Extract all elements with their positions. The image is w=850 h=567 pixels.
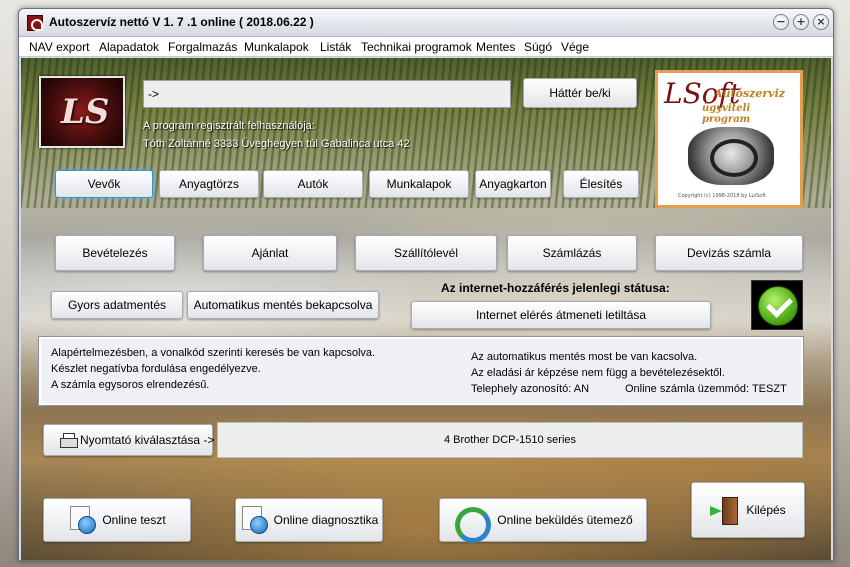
szamlazas-button[interactable]: Számlázás <box>507 235 637 271</box>
minimize-button[interactable]: − <box>773 14 789 30</box>
promo-panel: LSoft Autószerviz ügyviteli program Copy… <box>655 70 803 208</box>
main-area: LS -> Háttér be/ki A program regisztrált… <box>21 58 831 560</box>
menu-sugo[interactable]: Súgó <box>524 40 552 54</box>
check-ok-icon <box>758 286 798 326</box>
close-button[interactable]: × <box>813 14 829 30</box>
menu-alapadatok[interactable]: Alapadatok <box>99 40 159 54</box>
site-id-label: Telephely azonosító: AN <box>471 383 590 395</box>
settings-info-panel: Alapértelmezésben, a vonalkód szerinti k… <box>38 336 804 406</box>
internet-status-title: Az internet-hozzáférés jelenlegi státusa… <box>441 281 670 295</box>
online-diagnostics-button[interactable]: Online diagnosztika <box>235 498 383 542</box>
menu-vege[interactable]: Vége <box>561 40 589 54</box>
app-window: Autoszervíz nettó V 1. 7 .1 online ( 201… <box>18 8 834 561</box>
online-test-label: Online teszt <box>102 513 166 527</box>
registered-user-address: Tóth Zoltánné 3333 Üveghegyen túl Gabali… <box>143 138 410 150</box>
online-send-label: Online beküldés ütemező <box>497 513 633 527</box>
printer-select-label: Nyomtató kiválasztása -> <box>80 433 215 447</box>
app-icon <box>27 15 43 31</box>
selected-printer-field: 4 Brother DCP-1510 series <box>217 422 803 458</box>
promo-copyright: Copyright (c) 1998-2018 by LuiSoft <box>678 193 766 199</box>
logo-glyph: LS <box>61 92 110 132</box>
menu-listak[interactable]: Listák <box>320 40 351 54</box>
maximize-button[interactable]: + <box>793 14 809 30</box>
nav-elesites-button[interactable]: Élesítés <box>563 170 639 198</box>
internet-status-indicator <box>751 280 803 330</box>
company-logo: LS <box>39 76 125 148</box>
info-right-line: Az automatikus mentés most be van kacsol… <box>471 351 698 363</box>
auto-save-toggle-button[interactable]: Automatikus mentés bekapcsolva <box>187 291 379 319</box>
exit-door-icon <box>710 495 740 525</box>
nav-munkalapok-button[interactable]: Munkalapok <box>369 170 469 198</box>
internet-disable-button[interactable]: Internet elérés átmeneti letiltása <box>411 301 711 329</box>
nav-anyagtorzs-button[interactable]: Anyagtörzs <box>159 170 259 198</box>
promo-line1: Autószerviz <box>714 87 786 100</box>
nav-autok-button[interactable]: Autók <box>263 170 363 198</box>
ajanlat-button[interactable]: Ajánlat <box>203 235 337 271</box>
sync-icon <box>453 505 492 543</box>
promo-line2: ügyviteli program <box>702 103 751 125</box>
info-right-line: Az eladási ár képzése nem függ a bevétel… <box>471 367 725 379</box>
info-left-line: Alapértelmezésben, a vonalkód szerinti k… <box>51 347 376 359</box>
online-invoice-mode-label: Online számla üzemmód: TESZT <box>625 383 787 395</box>
online-gear-icon <box>240 506 268 534</box>
window-title: Autoszervíz nettó V 1. 7 .1 online ( 201… <box>49 15 314 29</box>
exit-button[interactable]: Kilépés <box>691 482 805 538</box>
exit-label: Kilépés <box>746 503 786 517</box>
menu-technikai[interactable]: Technikai programok <box>361 40 472 54</box>
devizas-szamla-button[interactable]: Devizás számla <box>655 235 803 271</box>
quick-save-button[interactable]: Gyors adatmentés <box>51 291 183 319</box>
steering-wheel-image <box>688 127 774 185</box>
menu-nav-export[interactable]: NAV export <box>29 40 89 54</box>
online-send-scheduler-button[interactable]: Online beküldés ütemező <box>439 498 647 543</box>
menu-mentes[interactable]: Mentes <box>476 40 515 54</box>
nav-anyagkarton-button[interactable]: Anyagkarton <box>475 170 551 198</box>
menu-forgalmazas[interactable]: Forgalmazás <box>168 40 237 54</box>
menu-munkalapok[interactable]: Munkalapok <box>244 40 309 54</box>
background-toggle-button[interactable]: Háttér be/ki <box>523 78 637 108</box>
info-left-line: A számla egysoros elrendezésű. <box>51 379 210 391</box>
online-diagnostics-label: Online diagnosztika <box>273 513 379 527</box>
online-gear-icon <box>68 506 97 534</box>
szallitolevel-button[interactable]: Szállítólevél <box>355 235 497 271</box>
online-test-button[interactable]: Online teszt <box>43 498 191 542</box>
printer-icon <box>60 433 78 448</box>
info-left-line: Készlet negatívba fordulása engedélyezve… <box>51 363 261 375</box>
bevetelezes-button[interactable]: Bevételezés <box>55 235 175 271</box>
printer-select-button[interactable]: Nyomtató kiválasztása -> <box>43 424 215 456</box>
nav-vevok-button[interactable]: Vevők <box>55 170 153 198</box>
menu-bar: NAV export Alapadatok Forgalmazás Munkal… <box>19 37 833 57</box>
command-input[interactable]: -> <box>143 80 511 108</box>
title-bar[interactable]: Autoszervíz nettó V 1. 7 .1 online ( 201… <box>19 9 833 37</box>
registered-user-label: A program regisztrált felhasználója: <box>143 120 315 132</box>
